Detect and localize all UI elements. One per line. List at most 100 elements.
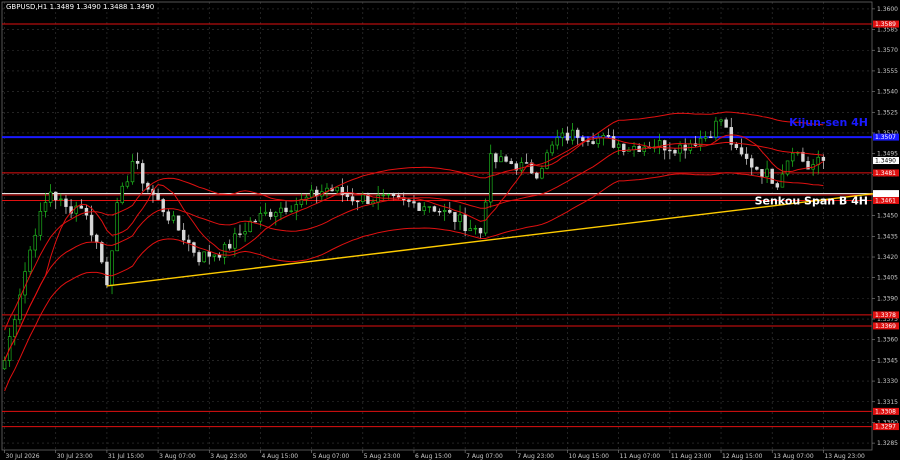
candle-body — [821, 156, 826, 161]
candle-body — [192, 242, 196, 253]
chart-canvas[interactable]: Kijun-sen 4H Senkou Span B 4H 1.3600 1.358… — [0, 0, 900, 460]
y-tick-label: 1.3390 — [877, 295, 898, 302]
candle-body — [233, 233, 237, 249]
level-price-label: 1.3589 — [875, 21, 896, 28]
price-chart[interactable]: Kijun-sen 4H Senkou Span B 4H 1.3600 1.358… — [0, 0, 900, 460]
candle-body — [489, 153, 493, 203]
candle-body — [750, 158, 754, 168]
candle-body — [43, 202, 48, 212]
candle-body — [376, 195, 380, 203]
y-tick-label: 1.3315 — [877, 399, 898, 406]
candle-body — [294, 204, 298, 212]
x-tick-label: 5 Aug 23:00 — [364, 453, 401, 460]
candle-body — [790, 152, 795, 162]
candle-body — [202, 251, 206, 263]
x-tick-label: 31 Jul 15:00 — [108, 453, 144, 460]
level-price-label: 1.3297 — [875, 424, 896, 431]
candle-body — [381, 194, 385, 197]
candle-body — [478, 227, 483, 234]
y-tick-label: 1.3330 — [877, 378, 898, 385]
x-tick-label: 13 Aug 07:00 — [773, 453, 814, 460]
current-price-label: 1.3490 — [875, 158, 896, 165]
x-tick-label: 30 Jul 23:00 — [57, 453, 93, 460]
candle-body — [442, 210, 447, 212]
candle-body — [268, 211, 273, 217]
candle-body — [89, 214, 94, 236]
candle-body — [64, 198, 68, 207]
candle-body — [765, 168, 769, 177]
candle-body — [207, 251, 211, 257]
candle-body — [33, 234, 37, 251]
candle-body — [673, 149, 677, 154]
y-tick-label: 1.3360 — [877, 337, 898, 344]
chart-background — [0, 0, 900, 460]
chart-title: GBPUSD,H1 1.3489 1.3490 1.3488 1.3490 — [6, 3, 154, 11]
candle-body — [212, 254, 217, 257]
y-tick-label: 1.3540 — [877, 89, 898, 96]
candle-body — [668, 149, 672, 152]
x-tick-label: 11 Aug 07:00 — [620, 453, 661, 460]
candle-body — [361, 194, 365, 202]
candle-body — [703, 136, 708, 139]
x-tick-label: 13 Aug 23:00 — [824, 453, 865, 460]
candle-body — [2, 360, 7, 370]
candle-body — [719, 119, 723, 122]
candle-body — [509, 161, 513, 165]
candle-body — [427, 206, 432, 208]
candle-body — [79, 205, 84, 209]
candle-body — [570, 129, 575, 141]
candle-body — [453, 212, 457, 222]
candle-body — [744, 153, 749, 159]
level-price-label: 1.3481 — [875, 170, 896, 177]
x-tick-label: 5 Aug 07:00 — [313, 453, 350, 460]
candle-body — [714, 120, 718, 138]
candle-body — [181, 229, 186, 241]
candle-body — [463, 214, 467, 232]
candle-body — [473, 227, 478, 230]
candle-body — [156, 193, 160, 200]
candle-body — [59, 198, 63, 201]
candle-body — [161, 199, 165, 213]
candle-body — [217, 254, 222, 258]
candle-body — [135, 160, 140, 164]
candle-body — [529, 162, 534, 174]
candle-body — [550, 144, 554, 154]
x-tick-label: 7 Aug 23:00 — [517, 453, 554, 460]
candle-body — [13, 319, 17, 337]
x-tick-label: 7 Aug 07:00 — [466, 453, 503, 460]
candle-body — [28, 249, 32, 272]
candle-body — [540, 168, 544, 179]
candle-body — [494, 153, 498, 163]
candle-body — [350, 196, 355, 202]
candle-body — [274, 212, 278, 217]
candle-body — [171, 215, 176, 221]
candle-body — [524, 162, 529, 164]
y-tick-label: 1.3285 — [877, 440, 898, 447]
candle-body — [258, 213, 263, 222]
candle-body — [606, 134, 611, 137]
candle-body — [729, 127, 733, 145]
y-tick-label: 1.3600 — [877, 6, 898, 13]
candle-body — [48, 191, 53, 203]
y-tick-label: 1.3525 — [877, 109, 898, 116]
candle-body — [238, 233, 242, 235]
candle-body — [407, 199, 411, 202]
candle-body — [386, 194, 391, 196]
y-tick-label: 1.3405 — [877, 275, 898, 282]
candle-body — [432, 206, 437, 212]
candle-body — [422, 206, 426, 211]
x-tick-label: 4 Aug 15:00 — [261, 453, 298, 460]
candle-body — [243, 231, 247, 235]
candle-body — [739, 147, 744, 155]
candle-body — [391, 194, 396, 197]
candle-body — [775, 183, 780, 188]
candle-body — [504, 156, 508, 162]
candle-body — [591, 141, 595, 144]
level-price-label: 1.3507 — [875, 134, 896, 141]
candle-body — [755, 166, 759, 170]
candle-body — [483, 201, 488, 234]
candle-body — [345, 194, 350, 197]
candle-body — [468, 228, 472, 232]
x-tick-label: 10 Aug 15:00 — [569, 453, 610, 460]
candle-body — [125, 181, 130, 187]
